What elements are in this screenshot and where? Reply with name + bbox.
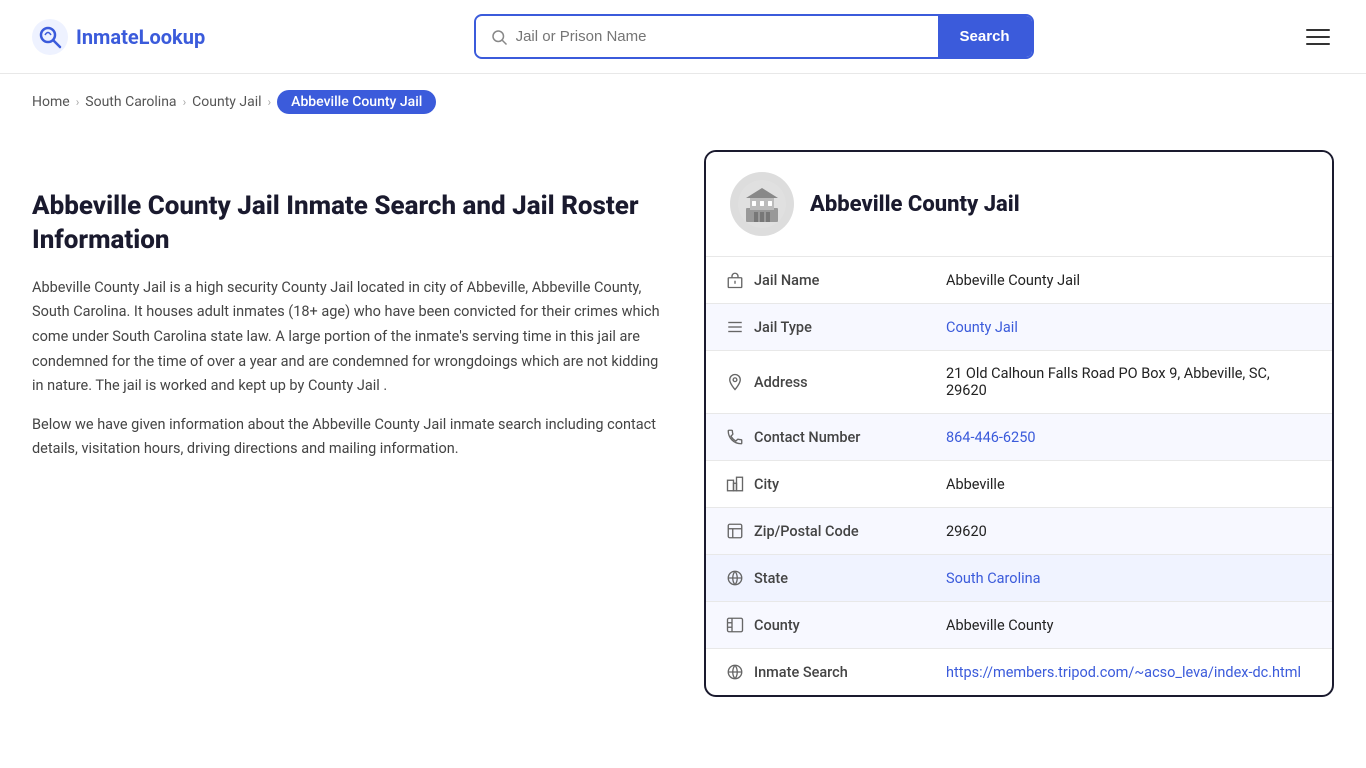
state-link[interactable]: South Carolina xyxy=(946,570,1041,587)
label-text: Jail Type xyxy=(754,319,812,336)
breadcrumb-sep-3: › xyxy=(268,95,272,109)
hamburger-line-2 xyxy=(1306,36,1330,38)
description-paragraph-1: Abbeville County Jail is a high security… xyxy=(32,276,672,399)
jail-row-icon xyxy=(726,271,744,289)
label-text: Inmate Search xyxy=(754,664,848,681)
table-row: Zip/Postal Code 29620 xyxy=(706,508,1332,555)
hamburger-line-1 xyxy=(1306,29,1330,31)
page-title: Abbeville County Jail Inmate Search and … xyxy=(32,190,672,258)
card-header: Abbeville County Jail xyxy=(706,152,1332,256)
breadcrumb-sep-2: › xyxy=(183,95,187,109)
info-table: Jail Name Abbeville County Jail Jail Typ… xyxy=(706,256,1332,695)
value-state: South Carolina xyxy=(926,555,1332,602)
table-row: State South Carolina xyxy=(706,555,1332,602)
label-county: County xyxy=(726,616,906,634)
label-jail-type: Jail Type xyxy=(726,318,906,336)
search-button[interactable]: Search xyxy=(938,16,1032,57)
jail-building-icon xyxy=(738,180,786,228)
description-paragraph-2: Below we have given information about th… xyxy=(32,413,672,462)
table-row: Jail Type County Jail xyxy=(706,304,1332,351)
breadcrumb-type[interactable]: County Jail xyxy=(192,94,261,110)
table-row: Address 21 Old Calhoun Falls Road PO Box… xyxy=(706,351,1332,414)
table-row: Inmate Search https://members.tripod.com… xyxy=(706,649,1332,696)
value-address: 21 Old Calhoun Falls Road PO Box 9, Abbe… xyxy=(926,351,1332,414)
zip-row-icon xyxy=(726,522,744,540)
logo-icon xyxy=(32,19,68,55)
phone-link[interactable]: 864-446-6250 xyxy=(946,429,1036,446)
breadcrumb-home[interactable]: Home xyxy=(32,94,70,110)
label-text: City xyxy=(754,476,779,493)
breadcrumb-sep-1: › xyxy=(76,95,80,109)
breadcrumb-state[interactable]: South Carolina xyxy=(85,94,176,110)
logo-link[interactable]: InmateLookup xyxy=(32,19,205,55)
logo-text: InmateLookup xyxy=(76,25,205,49)
label-address: Address xyxy=(726,373,906,391)
search-input[interactable] xyxy=(516,18,924,55)
list-row-icon xyxy=(726,318,744,336)
label-text: Jail Name xyxy=(754,272,819,289)
value-inmate-search: https://members.tripod.com/~acso_leva/in… xyxy=(926,649,1332,696)
main-content: Abbeville County Jail Inmate Search and … xyxy=(0,130,1366,737)
inmate-search-link[interactable]: https://members.tripod.com/~acso_leva/in… xyxy=(946,664,1301,681)
breadcrumb: Home › South Carolina › County Jail › Ab… xyxy=(0,74,1366,130)
phone-row-icon xyxy=(726,428,744,446)
value-city: Abbeville xyxy=(926,461,1332,508)
value-jail-name: Abbeville County Jail xyxy=(926,257,1332,304)
hamburger-menu-button[interactable] xyxy=(1302,25,1334,49)
globe-row-icon xyxy=(726,569,744,587)
label-state: State xyxy=(726,569,906,587)
description-block: Abbeville County Jail is a high security… xyxy=(32,276,672,462)
label-contact: Contact Number xyxy=(726,428,906,446)
search-bar: Search xyxy=(474,14,1034,59)
right-column: Abbeville County Jail Jail Name Abbevill… xyxy=(704,150,1334,697)
label-text: Address xyxy=(754,374,808,391)
pin-row-icon xyxy=(726,373,744,391)
table-row: County Abbeville County xyxy=(706,602,1332,649)
label-text: Contact Number xyxy=(754,429,860,446)
city-row-icon xyxy=(726,475,744,493)
search-globe-row-icon xyxy=(726,663,744,681)
value-county: Abbeville County xyxy=(926,602,1332,649)
value-zip: 29620 xyxy=(926,508,1332,555)
table-row: City Abbeville xyxy=(706,461,1332,508)
avatar xyxy=(730,172,794,236)
breadcrumb-active: Abbeville County Jail xyxy=(277,90,436,114)
hamburger-line-3 xyxy=(1306,43,1330,45)
info-card: Abbeville County Jail Jail Name Abbevill… xyxy=(704,150,1334,697)
header: InmateLookup Search xyxy=(0,0,1366,74)
label-inmate-search: Inmate Search xyxy=(726,663,906,681)
value-contact: 864-446-6250 xyxy=(926,414,1332,461)
label-text: Zip/Postal Code xyxy=(754,523,859,540)
label-text: State xyxy=(754,570,788,587)
value-jail-type: County Jail xyxy=(926,304,1332,351)
label-text: County xyxy=(754,617,800,634)
card-title: Abbeville County Jail xyxy=(810,192,1020,217)
table-row: Contact Number 864-446-6250 xyxy=(706,414,1332,461)
search-icon xyxy=(490,28,508,46)
left-column: Abbeville County Jail Inmate Search and … xyxy=(32,150,672,697)
county-row-icon xyxy=(726,616,744,634)
label-city: City xyxy=(726,475,906,493)
table-row: Jail Name Abbeville County Jail xyxy=(706,257,1332,304)
label-jail-name: Jail Name xyxy=(726,271,906,289)
label-zip: Zip/Postal Code xyxy=(726,522,906,540)
jail-type-link[interactable]: County Jail xyxy=(946,319,1018,336)
